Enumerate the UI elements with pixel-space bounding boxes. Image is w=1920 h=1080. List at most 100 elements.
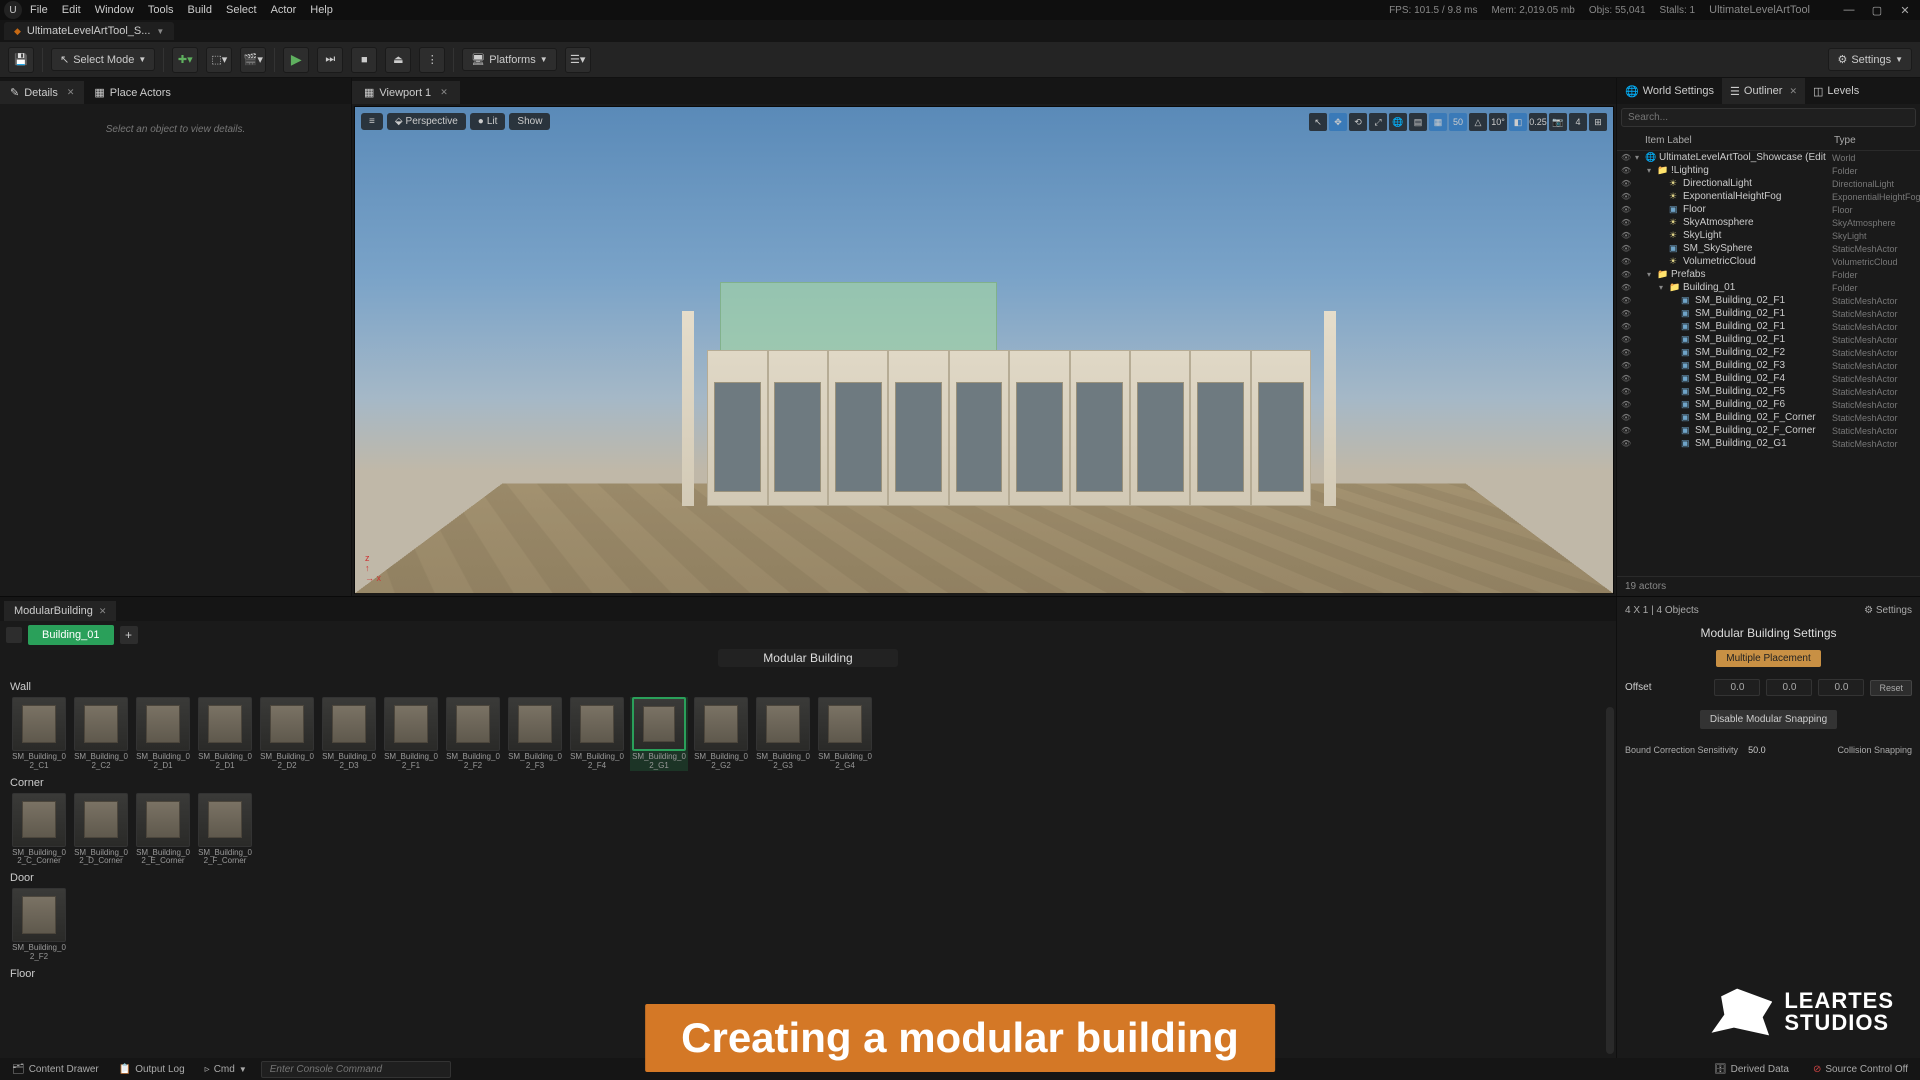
angle-snap[interactable]: △ (1469, 113, 1487, 131)
menu-window[interactable]: Window (95, 4, 134, 16)
tree-row[interactable]: 👁▣SM_Building_02_F5StaticMeshActor (1617, 385, 1920, 398)
asset-thumbnail[interactable]: SM_Building_02_G3 (754, 697, 812, 771)
cmd-button[interactable]: ▹Cmd▼ (199, 1062, 253, 1077)
menu-edit[interactable]: Edit (62, 4, 81, 16)
stop-button[interactable]: ■ (351, 47, 377, 73)
offset-x-input[interactable]: 0.0 (1714, 679, 1760, 696)
tree-row[interactable]: 👁☀VolumetricCloudVolumetricCloud (1617, 255, 1920, 268)
asset-thumbnail[interactable]: SM_Building_02_F4 (568, 697, 626, 771)
scrollbar[interactable] (1606, 707, 1614, 1054)
coord-space[interactable]: 🌐 (1389, 113, 1407, 131)
asset-thumbnail[interactable]: SM_Building_02_D2 (258, 697, 316, 771)
scale-tool[interactable]: ⤢ (1369, 113, 1387, 131)
menu-select[interactable]: Select (226, 4, 257, 16)
tree-row[interactable]: 👁▾🌐UltimateLevelArtTool_Showcase (EditWo… (1617, 151, 1920, 164)
console-input[interactable] (261, 1061, 451, 1078)
menu-build[interactable]: Build (188, 4, 212, 16)
close-button[interactable]: ✕ (1894, 3, 1916, 17)
marketplace-button[interactable]: ⬚▾ (206, 47, 232, 73)
perspective-button[interactable]: ⬙Perspective (387, 113, 466, 130)
asset-thumbnail[interactable]: SM_Building_02_F1 (382, 697, 440, 771)
modular-building-tab[interactable]: ModularBuilding ✕ (4, 601, 116, 621)
angle-snap-value[interactable]: 10° (1489, 113, 1507, 131)
tree-row[interactable]: 👁▣SM_SkySphereStaticMeshActor (1617, 242, 1920, 255)
maximize-viewport[interactable]: ⊞ (1589, 113, 1607, 131)
place-actors-tab[interactable]: ▦ Place Actors (84, 81, 181, 104)
offset-y-input[interactable]: 0.0 (1766, 679, 1812, 696)
multiple-placement-button[interactable]: Multiple Placement (1716, 650, 1820, 667)
move-tool[interactable]: ✥ (1329, 113, 1347, 131)
grid-snap[interactable]: ▦ (1429, 113, 1447, 131)
bound-correction-value[interactable]: 50.0 (1748, 745, 1766, 755)
asset-thumbnail[interactable]: SM_Building_02_F_Corner (196, 793, 254, 867)
details-tab[interactable]: ✎ Details ✕ (0, 81, 84, 104)
tree-row[interactable]: 👁▣SM_Building_02_F1StaticMeshActor (1617, 333, 1920, 346)
tree-row[interactable]: 👁▣SM_Building_02_F_CornerStaticMeshActor (1617, 411, 1920, 424)
levels-tab[interactable]: ◫Levels (1805, 78, 1867, 104)
list-button[interactable]: ☰▾ (565, 47, 591, 73)
lit-button[interactable]: ●Lit (470, 113, 506, 130)
scale-snap[interactable]: ◧ (1509, 113, 1527, 131)
surface-snap[interactable]: ▤ (1409, 113, 1427, 131)
tree-row[interactable]: 👁▣SM_Building_02_G1StaticMeshActor (1617, 437, 1920, 450)
tree-row[interactable]: 👁☀ExponentialHeightFogExponentialHeightF… (1617, 190, 1920, 203)
tree-row[interactable]: 👁▣SM_Building_02_F6StaticMeshActor (1617, 398, 1920, 411)
content-drawer-button[interactable]: 🗂Content Drawer (6, 1062, 105, 1077)
tree-row[interactable]: 👁▾📁PrefabsFolder (1617, 268, 1920, 281)
world-settings-tab[interactable]: 🌐World Settings (1617, 78, 1722, 104)
source-control-button[interactable]: ⊘Source Control Off (1807, 1062, 1914, 1077)
asset-thumbnail[interactable]: SM_Building_02_C_Corner (10, 793, 68, 867)
asset-thumbnail[interactable]: SM_Building_02_D1 (134, 697, 192, 771)
offset-reset-button[interactable]: Reset (1870, 680, 1912, 696)
tree-row[interactable]: 👁▣SM_Building_02_F1StaticMeshActor (1617, 294, 1920, 307)
output-log-button[interactable]: 📋Output Log (113, 1062, 191, 1077)
select-mode-button[interactable]: ↖ Select Mode ▼ (51, 48, 155, 71)
offset-z-input[interactable]: 0.0 (1818, 679, 1864, 696)
collision-snapping-label[interactable]: Collision Snapping (1837, 745, 1912, 755)
asset-thumbnail[interactable]: SM_Building_02_D1 (196, 697, 254, 771)
asset-thumbnail[interactable]: SM_Building_02_G1 (630, 697, 688, 771)
tree-row[interactable]: 👁☀SkyAtmosphereSkyAtmosphere (1617, 216, 1920, 229)
menu-help[interactable]: Help (310, 4, 333, 16)
asset-thumbnail[interactable]: SM_Building_02_D3 (320, 697, 378, 771)
document-tab[interactable]: ◆ UltimateLevelArtTool_S... ▼ (4, 22, 174, 40)
platforms-button[interactable]: 🖥 Platforms ▼ (462, 48, 556, 71)
close-icon[interactable]: ✕ (99, 606, 107, 617)
skip-button[interactable]: ⏭ (317, 47, 343, 73)
viewport-3d[interactable]: z↑→ x ≡ ⬙Perspective ●Lit Show ↖ ✥ ⟲ ⤢ 🌐… (354, 106, 1614, 594)
add-building-button[interactable]: + (120, 626, 138, 644)
tree-row[interactable]: 👁☀DirectionalLightDirectionalLight (1617, 177, 1920, 190)
tree-row[interactable]: 👁☀SkyLightSkyLight (1617, 229, 1920, 242)
play-options-button[interactable]: ⋮ (419, 47, 445, 73)
camera-speed[interactable]: 📷 (1549, 113, 1567, 131)
tree-row[interactable]: 👁▣SM_Building_02_F_CornerStaticMeshActor (1617, 424, 1920, 437)
cinematics-button[interactable]: 🎬▾ (240, 47, 266, 73)
grid-snap-value[interactable]: 50 (1449, 113, 1467, 131)
save-button[interactable]: 💾 (8, 47, 34, 73)
menu-icon[interactable] (6, 627, 22, 643)
select-tool[interactable]: ↖ (1309, 113, 1327, 131)
asset-thumbnail[interactable]: SM_Building_02_G4 (816, 697, 874, 771)
asset-thumbnail[interactable]: SM_Building_02_F3 (506, 697, 564, 771)
tree-row[interactable]: 👁▣SM_Building_02_F4StaticMeshActor (1617, 372, 1920, 385)
building-tab-button[interactable]: Building_01 (28, 625, 114, 645)
tree-row[interactable]: 👁▾📁Building_01Folder (1617, 281, 1920, 294)
add-content-button[interactable]: ✚▾ (172, 47, 198, 73)
show-button[interactable]: Show (509, 113, 550, 130)
asset-thumbnail[interactable]: SM_Building_02_D_Corner (72, 793, 130, 867)
eject-button[interactable]: ⏏ (385, 47, 411, 73)
asset-thumbnail[interactable]: SM_Building_02_F2 (10, 888, 68, 962)
minimize-button[interactable]: — (1838, 3, 1860, 17)
disable-snapping-button[interactable]: Disable Modular Snapping (1700, 710, 1837, 729)
asset-thumbnail[interactable]: SM_Building_02_E_Corner (134, 793, 192, 867)
tree-row[interactable]: 👁▣FloorFloor (1617, 203, 1920, 216)
menu-file[interactable]: File (30, 4, 48, 16)
tree-row[interactable]: 👁▣SM_Building_02_F3StaticMeshActor (1617, 359, 1920, 372)
outliner-tab[interactable]: ☰Outliner✕ (1722, 78, 1805, 104)
rotate-tool[interactable]: ⟲ (1349, 113, 1367, 131)
menu-tools[interactable]: Tools (148, 4, 174, 16)
tree-row[interactable]: 👁▣SM_Building_02_F1StaticMeshActor (1617, 320, 1920, 333)
tree-row[interactable]: 👁▣SM_Building_02_F2StaticMeshActor (1617, 346, 1920, 359)
play-button[interactable]: ▶ (283, 47, 309, 73)
asset-thumbnail[interactable]: SM_Building_02_C1 (10, 697, 68, 771)
